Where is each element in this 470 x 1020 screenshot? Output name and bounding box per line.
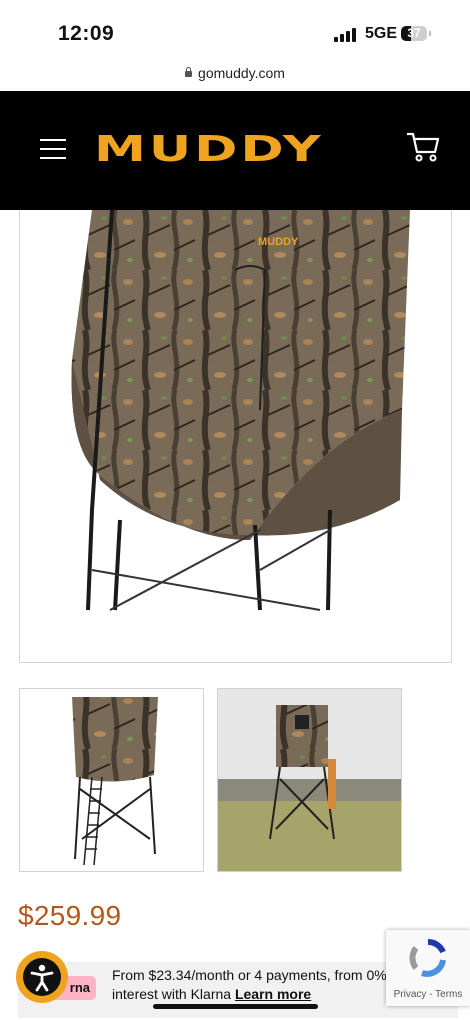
accessibility-button[interactable]	[16, 951, 68, 1003]
status-time: 12:09	[58, 22, 115, 45]
recaptcha-badge[interactable]: Privacy - Terms	[386, 930, 470, 1006]
cart-icon[interactable]	[406, 131, 440, 163]
tower-blind-image: MUDDY	[71, 210, 411, 611]
signal-icon	[334, 28, 356, 42]
battery-tip	[429, 31, 431, 36]
svg-text:MUDDY: MUDDY	[258, 236, 299, 248]
menu-icon[interactable]	[40, 139, 66, 159]
recaptcha-links: Privacy - Terms	[386, 989, 470, 1000]
product-price: $259.99	[18, 900, 122, 931]
thumbnail-image-blind	[20, 689, 203, 871]
lock-icon	[185, 67, 193, 77]
product-main-image[interactable]: MUDDY	[19, 210, 452, 663]
klarna-learn-more-link[interactable]: Learn more	[235, 986, 311, 1002]
thumbnail-image-field	[218, 689, 401, 871]
recaptcha-terms-link[interactable]: Terms	[435, 989, 462, 1000]
recaptcha-privacy-link[interactable]: Privacy	[394, 989, 427, 1000]
network-label: 5GE	[365, 25, 398, 42]
status-bar: 12:09 5GE 37	[0, 0, 470, 60]
recaptcha-separator: -	[426, 989, 436, 1000]
battery-icon: 37	[401, 26, 427, 41]
thumbnail-1[interactable]	[19, 688, 204, 872]
address-bar[interactable]: gomuddy.com	[0, 65, 470, 81]
muddy-logo[interactable]: MUDDY	[94, 129, 324, 170]
site-header: MUDDY	[0, 91, 470, 210]
thumbnail-2[interactable]	[217, 688, 402, 872]
accessibility-icon	[23, 958, 61, 996]
recaptcha-icon	[409, 938, 446, 977]
battery-level: 37	[407, 26, 421, 40]
klarna-message: From $23.34/month or 4 payments, from 0%…	[112, 966, 392, 1004]
url-text: gomuddy.com	[198, 65, 285, 81]
home-indicator[interactable]	[153, 1004, 318, 1009]
